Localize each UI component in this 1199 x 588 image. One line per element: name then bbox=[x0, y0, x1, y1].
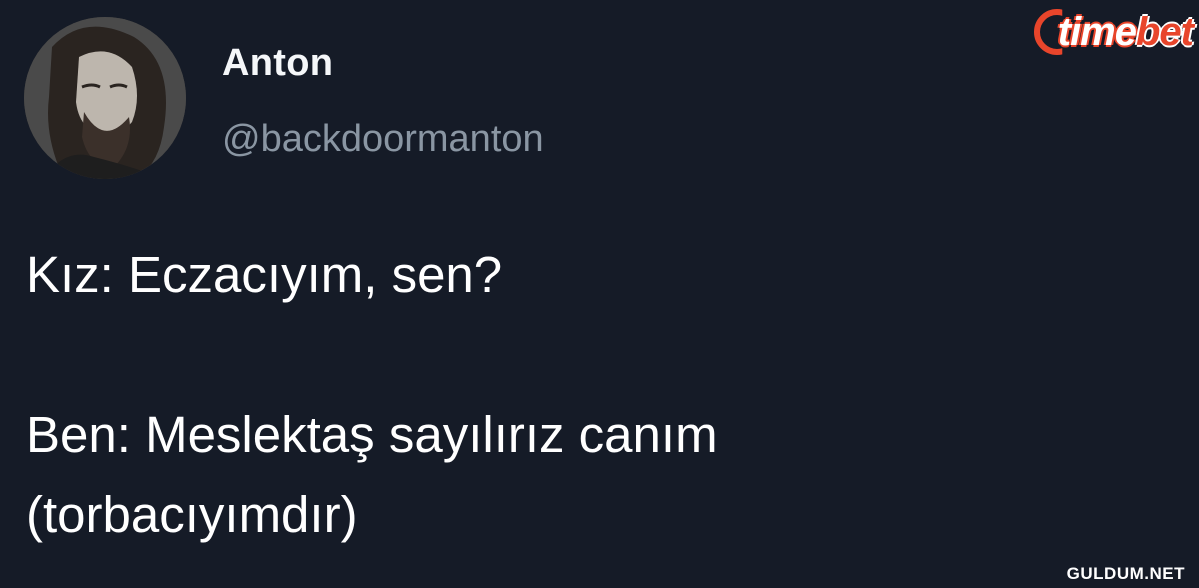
tweet-line: (torbacıyımdır) bbox=[26, 486, 358, 543]
tweet-line: Kız: Eczacıyım, sen? bbox=[26, 246, 503, 303]
tweet-line: Ben: Meslektaş sayılırız canım bbox=[26, 406, 718, 463]
logo-text-part2: bet bbox=[1136, 9, 1194, 54]
author-handle[interactable]: @backdoormanton bbox=[222, 118, 544, 161]
site-watermark: GULDUM.NET bbox=[1066, 564, 1185, 583]
logo-text-part1: time bbox=[1057, 9, 1137, 54]
avatar[interactable] bbox=[24, 17, 186, 179]
author-name[interactable]: Anton bbox=[222, 42, 333, 85]
logo-text: timebet bbox=[1057, 9, 1194, 55]
avatar-portrait bbox=[24, 17, 186, 179]
tweet-text: Kız: Eczacıyım, sen? Ben: Meslektaş sayı… bbox=[26, 235, 1146, 555]
timebet-logo: timebet bbox=[1033, 4, 1194, 60]
